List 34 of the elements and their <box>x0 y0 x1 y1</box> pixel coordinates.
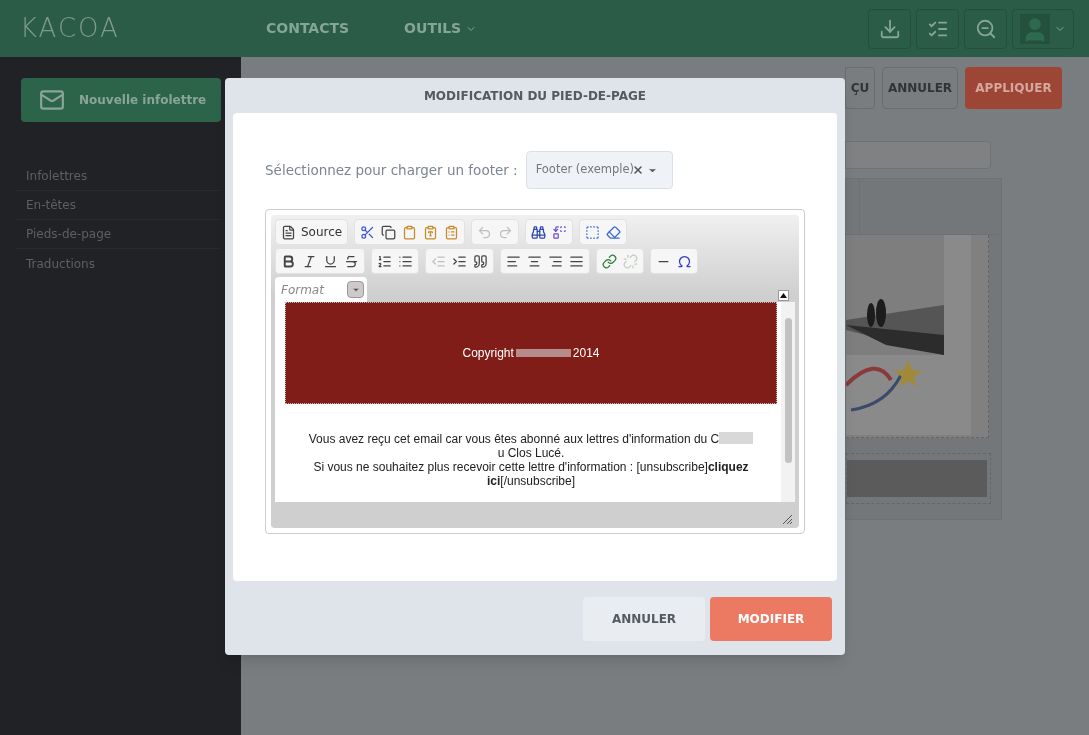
modify-button[interactable]: MODIFIER <box>710 597 832 641</box>
redacted-block <box>515 349 571 357</box>
checklist-icon[interactable] <box>916 8 959 49</box>
resize-handle-icon[interactable] <box>782 514 793 525</box>
cancel-button[interactable]: ANNULER <box>583 597 705 641</box>
dropdown-icon <box>347 281 364 298</box>
zoom-out-icon[interactable] <box>964 8 1007 49</box>
logo[interactable]: KACOA <box>0 9 266 48</box>
unsubscribe-text: Si vous ne souhaitez plus recevoir cette lettre d'information : [unsubscribe]cliquez ici[/unsubscribe] <box>312 460 750 488</box>
notice-text: u Clos Lucé. <box>497 446 565 460</box>
avatar-icon <box>1020 13 1050 44</box>
redacted-block <box>719 432 754 444</box>
toolbar-button[interactable]: ANNULER <box>882 67 958 109</box>
clear-icon[interactable] <box>632 164 644 176</box>
nav-link[interactable]: OUTILS <box>404 18 478 39</box>
apply-button[interactable]: APPLIQUER <box>965 67 1062 109</box>
mail-icon <box>39 87 65 113</box>
new-newsletter-button[interactable]: Nouvelle infolettre <box>21 78 221 122</box>
sidebar-item[interactable]: Traductions <box>16 249 220 278</box>
format-select[interactable]: Format <box>275 277 367 302</box>
notice-text: Vous avez reçu cet email car vous êtes abonné aux lettres d'information du C <box>308 432 720 446</box>
banner-text: Copyright <box>462 345 514 362</box>
footer-select[interactable]: Footer (exemple) <box>525 151 673 189</box>
select-label: Sélectionnez pour charger un footer : <box>265 160 518 180</box>
nav-link[interactable]: CONTACTS <box>266 18 350 39</box>
download-icon[interactable] <box>868 8 911 49</box>
sidebar-item[interactable]: En-têtes <box>16 191 220 220</box>
input-field[interactable] <box>845 141 991 169</box>
scroll-up-icon[interactable] <box>778 290 789 301</box>
modal-title: MODIFICATION DU PIED-DE-PAGE <box>422 87 648 105</box>
scrollbar[interactable] <box>781 302 795 502</box>
banner-text: 2014 <box>572 345 600 362</box>
sidebar-item[interactable]: Infolettres <box>16 162 220 191</box>
sidebar-item[interactable]: Pieds-de-page <box>16 220 220 249</box>
